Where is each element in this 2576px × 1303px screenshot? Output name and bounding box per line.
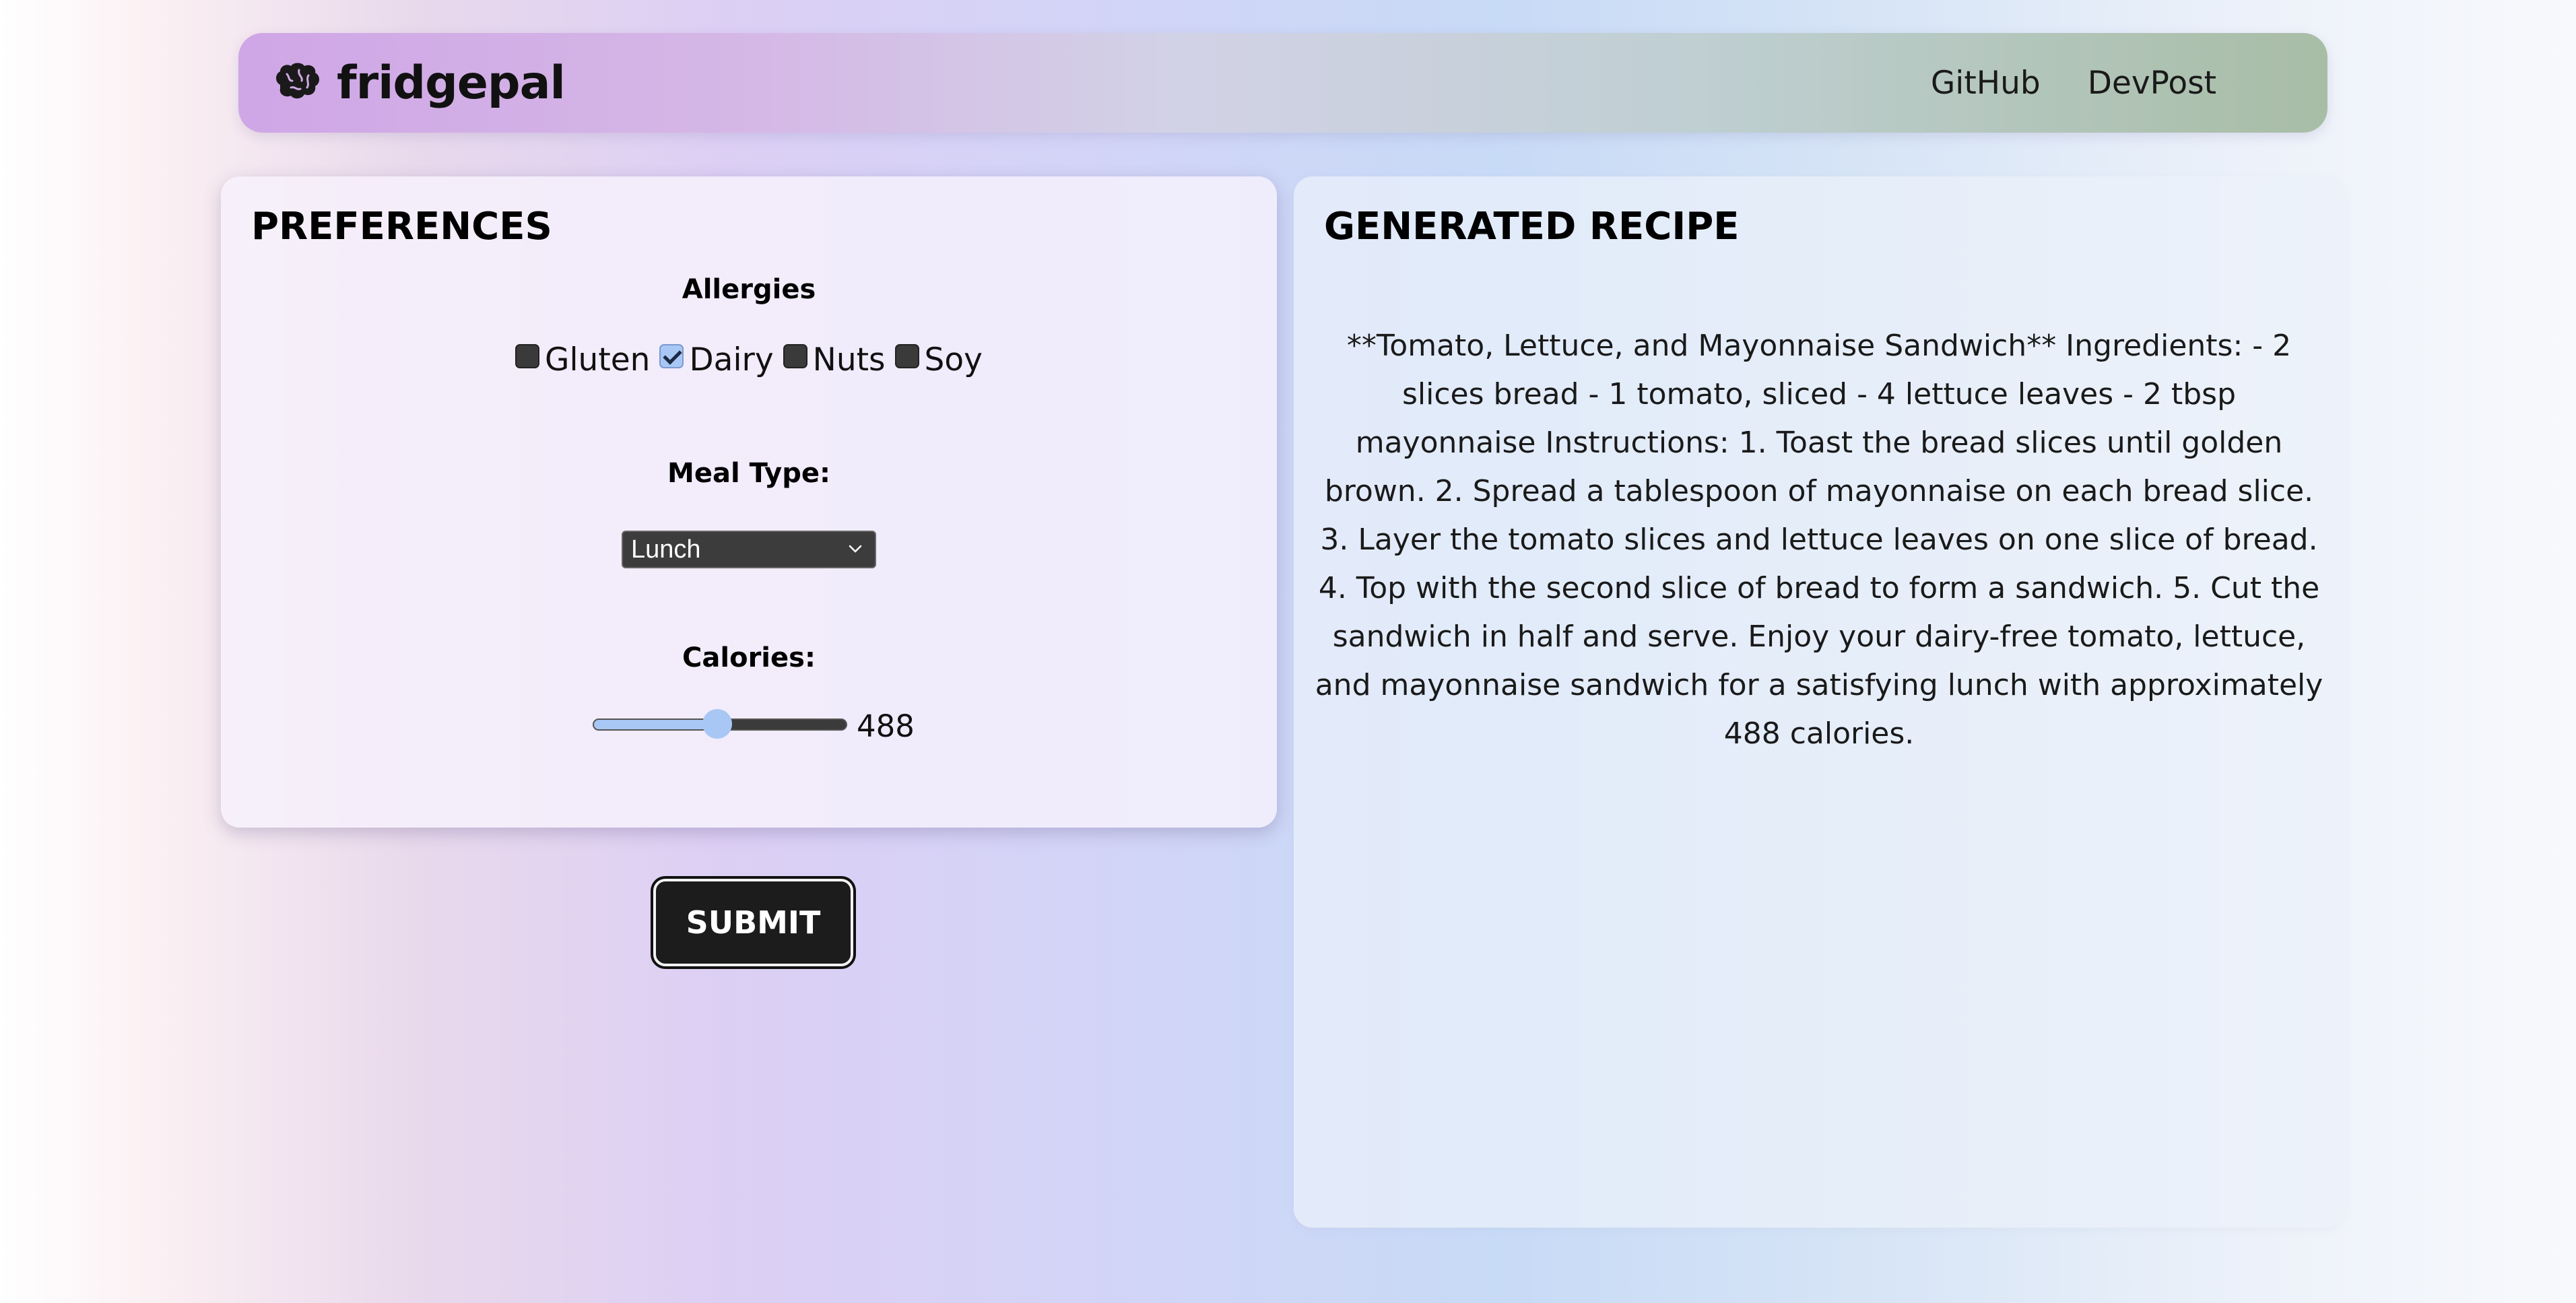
nuts-label: Nuts bbox=[812, 341, 886, 378]
soy-checkbox[interactable] bbox=[894, 343, 919, 368]
recipe-text: **Tomato, Lettuce, and Mayonnaise Sandwi… bbox=[1315, 329, 2323, 751]
slider-fill bbox=[594, 720, 718, 729]
recipe-title: GENERATED RECIPE bbox=[1324, 205, 1740, 248]
nav-links: GitHub DevPost bbox=[1931, 33, 2216, 133]
gluten-label: Gluten bbox=[545, 341, 651, 378]
allergy-gluten[interactable]: Gluten bbox=[515, 341, 650, 378]
chevron-down-icon bbox=[849, 545, 862, 553]
calories-value: 488 bbox=[857, 708, 915, 744]
submit-button[interactable]: SUBMIT bbox=[653, 879, 853, 966]
brain-icon bbox=[276, 63, 319, 99]
preferences-title: PREFERENCES bbox=[251, 205, 552, 248]
slider-thumb[interactable] bbox=[702, 709, 733, 739]
soy-label: Soy bbox=[924, 341, 983, 378]
meal-type-value: Lunch bbox=[631, 535, 701, 564]
allergies-group: Gluten Dairy Nuts Soy bbox=[221, 341, 1277, 378]
dairy-label: Dairy bbox=[689, 341, 774, 378]
navbar: fridgepal GitHub DevPost bbox=[238, 33, 2327, 133]
nav-link-github[interactable]: GitHub bbox=[1931, 65, 2041, 102]
gluten-checkbox[interactable] bbox=[515, 343, 540, 368]
allergies-label: Allergies bbox=[682, 274, 816, 305]
dairy-checkbox[interactable] bbox=[659, 343, 684, 368]
calories-label: Calories: bbox=[682, 642, 816, 673]
meal-type-label: Meal Type: bbox=[667, 458, 830, 489]
allergy-nuts[interactable]: Nuts bbox=[783, 341, 886, 378]
nuts-checkbox[interactable] bbox=[783, 343, 807, 368]
meal-type-select[interactable]: Lunch bbox=[622, 531, 876, 568]
preferences-card: PREFERENCES Allergies Gluten Dairy Nuts … bbox=[221, 176, 1277, 828]
allergy-dairy[interactable]: Dairy bbox=[659, 341, 774, 378]
nav-link-devpost[interactable]: DevPost bbox=[2088, 65, 2216, 102]
brand[interactable]: fridgepal bbox=[271, 53, 566, 112]
brand-name: fridgepal bbox=[337, 56, 566, 110]
allergy-soy[interactable]: Soy bbox=[894, 341, 983, 378]
recipe-card: GENERATED RECIPE **Tomato, Lettuce, and … bbox=[1294, 176, 2346, 1228]
calories-slider[interactable] bbox=[593, 709, 847, 739]
